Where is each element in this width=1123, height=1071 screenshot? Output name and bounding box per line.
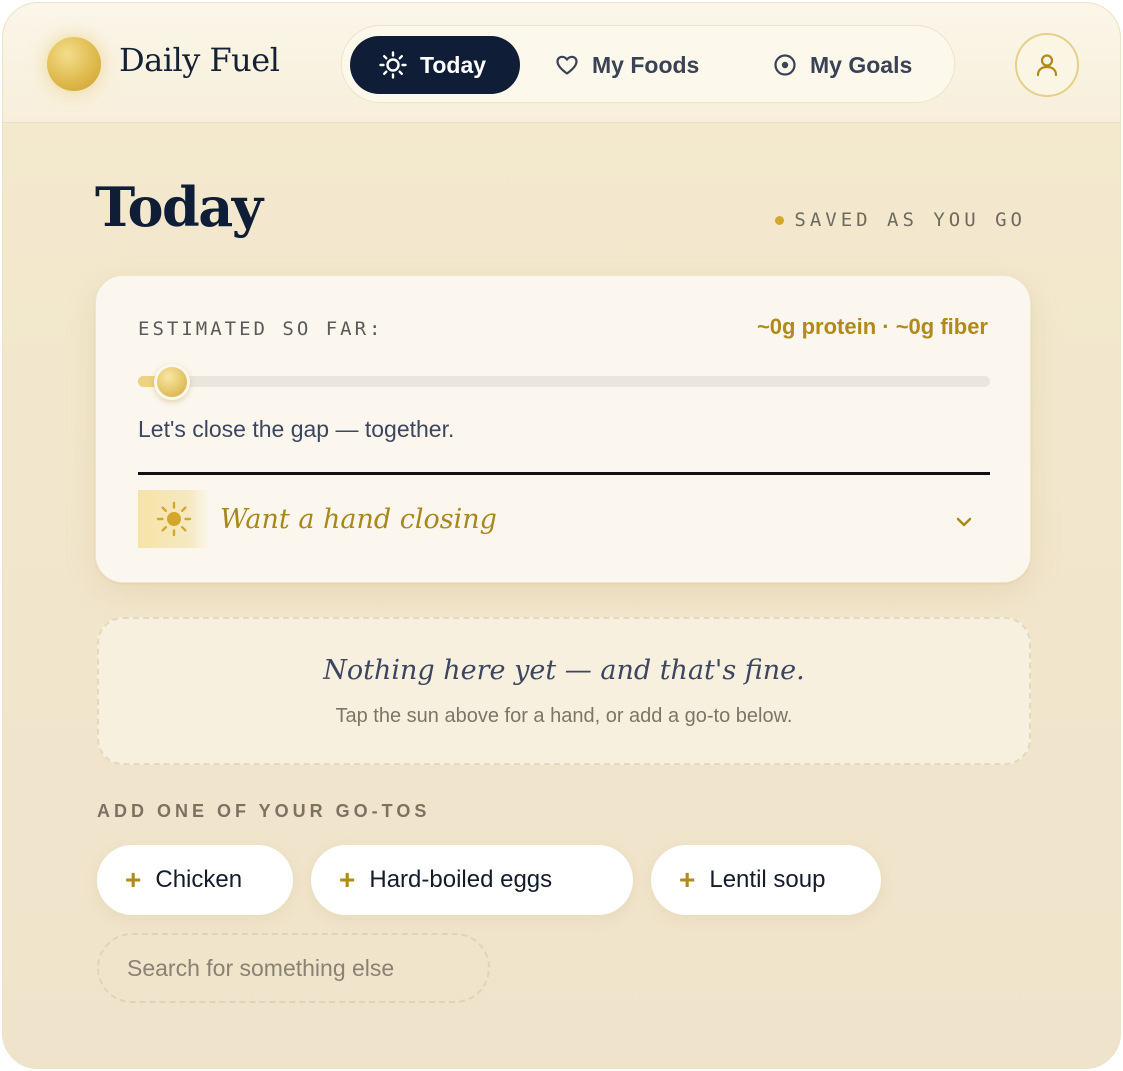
gotos-label: ADD ONE OF YOUR GO-TOS (97, 801, 431, 821)
summary-card: ESTIMATED SO FAR: ~0g protein · ~0g fibe… (95, 275, 1031, 583)
tab-my-foods-label: My Foods (592, 51, 700, 78)
card-divider (138, 472, 990, 475)
progress-knob[interactable] (154, 364, 191, 400)
status-dot-icon (775, 215, 785, 225)
empty-state-title: Nothing here yet — and that's fine. (323, 655, 805, 686)
estimate-label: ESTIMATED SO FAR: (138, 318, 384, 340)
saved-status-label: SAVED AS YOU GO (794, 209, 1026, 231)
goto-chip-hard-boiled-eggs[interactable]: + Hard-boiled eggs (311, 845, 633, 915)
app-header: Daily Fuel Today My Foods My Goals (3, 3, 1120, 123)
progress-track (138, 364, 990, 400)
tab-my-goals[interactable]: My Goals (772, 36, 912, 94)
logo-orb-icon (47, 37, 101, 91)
sun-helper-button[interactable] (138, 490, 210, 548)
profile-button[interactable] (1015, 33, 1079, 97)
goto-chip-label: Lentil soup (709, 866, 826, 893)
app-window: Daily Fuel Today My Foods My Goals Today… (2, 2, 1121, 1069)
user-icon (1036, 54, 1058, 77)
page-title: Today (95, 175, 263, 239)
hand-prompt-toggle[interactable]: Want a hand closing (138, 490, 990, 548)
goto-chip-label: Hard-boiled eggs (369, 866, 553, 893)
plus-icon: + (339, 864, 356, 895)
heart-icon (556, 55, 578, 75)
chevron-down-icon[interactable] (952, 510, 976, 534)
main-nav: Today My Foods My Goals (341, 25, 955, 103)
gap-message: Let's close the gap — together. (138, 416, 455, 442)
goto-chip-chicken[interactable]: + Chicken (97, 845, 293, 915)
food-search-input[interactable] (97, 933, 490, 1003)
empty-state-subtitle: Tap the sun above for a hand, or add a g… (335, 705, 793, 727)
tab-today[interactable]: Today (350, 36, 520, 94)
hand-prompt-text: Want a hand closing (220, 504, 497, 535)
macro-summary: ~0g protein · ~0g fiber (756, 314, 988, 339)
sun-icon (156, 501, 192, 537)
empty-state: Nothing here yet — and that's fine. Tap … (97, 617, 1031, 765)
goto-chip-lentil-soup[interactable]: + Lentil soup (651, 845, 881, 915)
target-icon (774, 54, 796, 76)
sun-icon (379, 51, 407, 79)
saved-status: SAVED AS YOU GO (775, 209, 1026, 231)
brand-name: Daily Fuel (119, 41, 280, 79)
goto-chip-label: Chicken (155, 866, 243, 893)
tab-my-foods[interactable]: My Foods (554, 36, 699, 94)
plus-icon: + (125, 864, 142, 895)
tab-my-goals-label: My Goals (810, 51, 913, 78)
tab-today-label: Today (420, 51, 487, 78)
plus-icon: + (679, 864, 696, 895)
